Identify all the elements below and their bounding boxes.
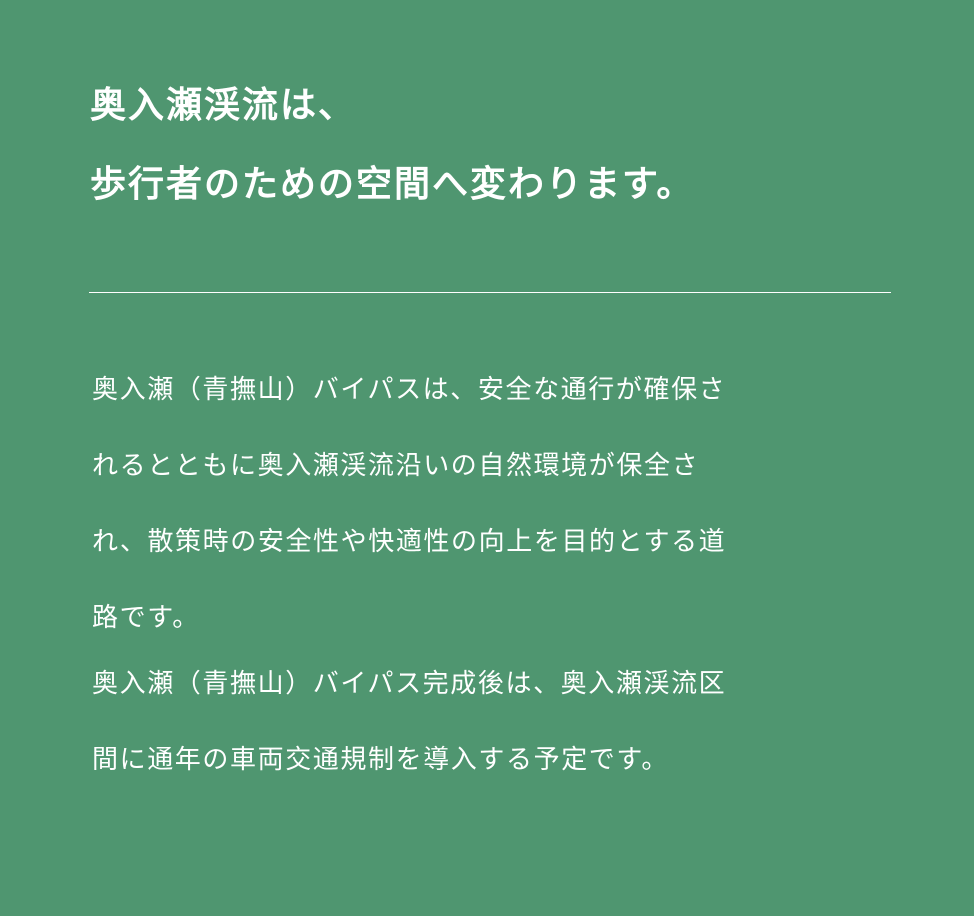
heading-line-1: 奥入瀬渓流は、 xyxy=(90,85,357,126)
description-text: 奥入瀬（青撫山）バイパスは、安全な通行が確保さ れるとともに奥入瀬渓流沿いの自然… xyxy=(92,368,912,814)
description-line-2: れるとともに奥入瀬渓流沿いの自然環境が保全さ xyxy=(92,451,700,481)
description-line-5: 奥入瀬（青撫山）バイパス完成後は、奥入瀬渓流区 xyxy=(92,669,727,699)
divider xyxy=(89,292,891,293)
description-line-1: 奥入瀬（青撫山）バイパスは、安全な通行が確保さ xyxy=(92,375,727,405)
description-line-4: 路です。 xyxy=(92,603,200,633)
info-panel: 奥入瀬渓流は、 歩行者のための空間へ変わります。 奥入瀬（青撫山）バイパスは、安… xyxy=(0,0,974,916)
description-line-6: 間に通年の車両交通規制を導入する予定です。 xyxy=(92,745,670,775)
heading-line-2: 歩行者のための空間へ変わります。 xyxy=(90,164,695,205)
description-line-3: れ、散策時の安全性や快適性の向上を目的とする道 xyxy=(92,527,727,557)
page-heading: 奥入瀬渓流は、 歩行者のための空間へ変わります。 xyxy=(90,82,910,209)
